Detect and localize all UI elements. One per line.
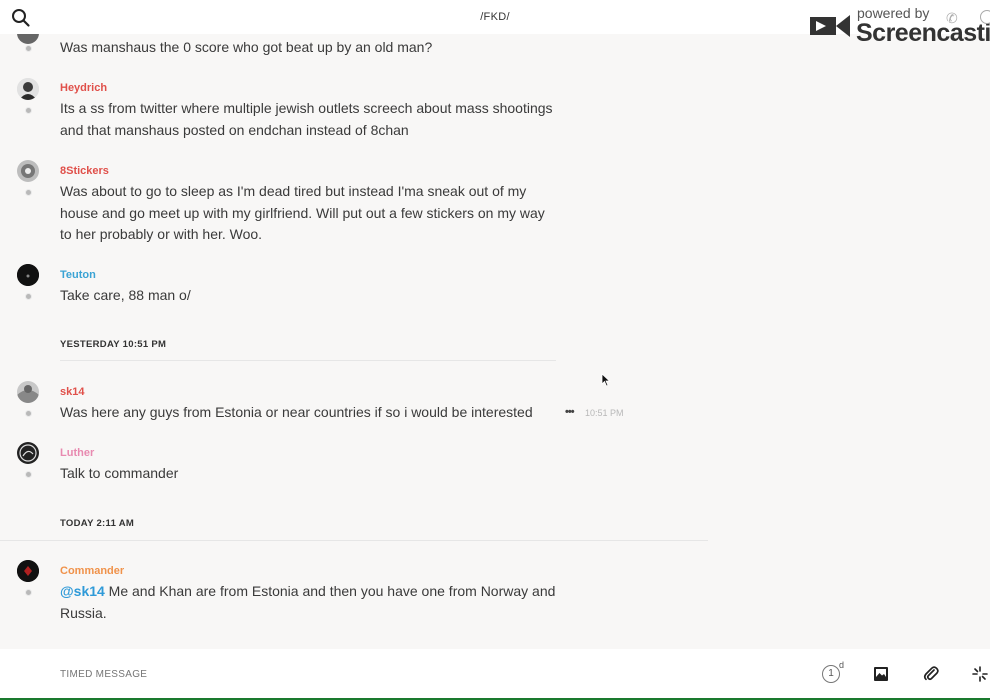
status-indicator (25, 410, 32, 417)
avatar[interactable] (17, 34, 39, 44)
avatar[interactable] (17, 560, 39, 582)
timed-message-button[interactable]: 1 d (822, 660, 844, 685)
username[interactable]: Heydrich (60, 82, 107, 94)
status-indicator (25, 45, 32, 52)
watermark-brand: Screencastify (856, 19, 990, 47)
message-text: Was here any guys from Estonia or near c… (60, 404, 533, 420)
message-input[interactable] (60, 663, 760, 685)
message-list[interactable]: Was manshaus the 0 score who got beat up… (0, 34, 990, 649)
status-indicator (25, 293, 32, 300)
message-text: Was about to go to sleep as I'm dead tir… (60, 183, 545, 242)
message-text: Was manshaus the 0 score who got beat up… (60, 39, 433, 55)
composer-bar: 1 d (0, 649, 990, 700)
username[interactable]: Commander (60, 565, 124, 577)
avatar[interactable] (17, 381, 39, 403)
status-indicator (25, 107, 32, 114)
image-upload-icon[interactable] (873, 666, 889, 682)
username[interactable]: 8Stickers (60, 165, 109, 177)
sparkle-icon[interactable] (972, 666, 988, 682)
phone-icon[interactable]: ✆ (946, 10, 958, 27)
user-mention[interactable]: @sk14 (60, 583, 105, 599)
message-text: Take care, 88 man o/ (60, 287, 191, 303)
screencastify-logo-icon (808, 7, 852, 50)
message-text-content: Me and Khan are from Estonia and then yo… (60, 583, 556, 621)
day-divider (60, 360, 556, 361)
timer-unit: d (839, 660, 845, 670)
username[interactable]: Teuton (60, 269, 96, 281)
day-divider (0, 540, 708, 541)
attachment-icon[interactable] (922, 665, 940, 683)
mouse-pointer-icon (601, 373, 611, 392)
avatar[interactable] (17, 160, 39, 182)
message-more-button[interactable]: ••• (565, 406, 575, 418)
message-text: Talk to commander (60, 465, 179, 481)
timer-value: 1 (822, 665, 840, 683)
username[interactable]: sk14 (60, 386, 84, 398)
info-icon[interactable] (980, 10, 990, 24)
avatar[interactable] (17, 78, 39, 100)
message-timestamp: 10:51 PM (585, 408, 624, 418)
screencastify-watermark: powered by Screencastify ✆ (806, 3, 990, 49)
username[interactable]: Luther (60, 447, 94, 459)
message-text: Its a ss from twitter where multiple jew… (60, 100, 553, 138)
avatar[interactable] (17, 264, 39, 286)
status-indicator (25, 189, 32, 196)
status-indicator (25, 589, 32, 596)
status-indicator (25, 471, 32, 478)
day-separator-label: YESTERDAY 10:51 PM (60, 339, 167, 350)
day-separator-label: TODAY 2:11 AM (60, 518, 135, 529)
avatar[interactable] (17, 442, 39, 464)
message-text: @sk14 Me and Khan are from Estonia and t… (60, 581, 560, 624)
